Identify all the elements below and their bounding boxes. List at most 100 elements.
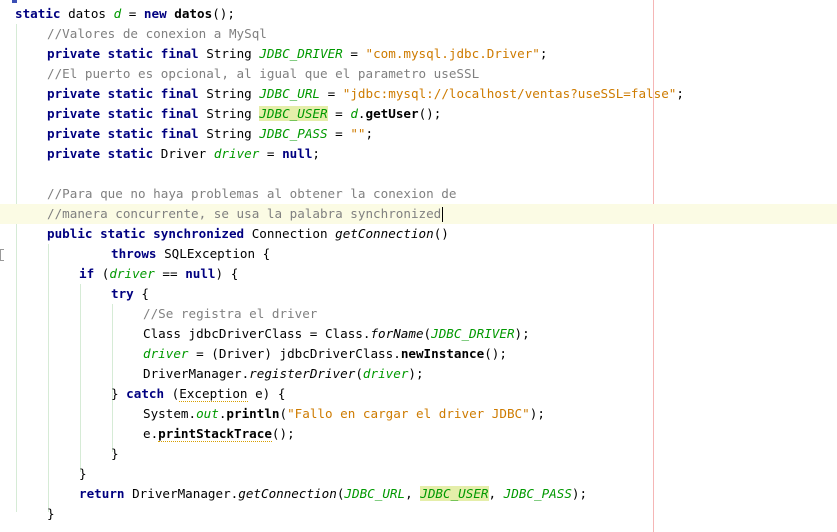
code-token: );	[571, 486, 588, 501]
code-token: (	[279, 406, 288, 421]
code-token: {	[133, 286, 149, 301]
code-token: driver	[213, 146, 260, 161]
code-token: "jdbc:mysql://localhost/ventas?useSSL=fa…	[342, 86, 677, 101]
code-line[interactable]: throws SQLException {	[0, 244, 837, 264]
code-token: =	[320, 86, 343, 101]
code-line[interactable]	[0, 164, 837, 184]
code-token: JDBC_PASS	[503, 486, 572, 501]
code-line[interactable]: //Valores de conexion a MySql	[0, 24, 837, 44]
code-token: ;	[365, 126, 374, 141]
code-line-text: DriverManager.registerDriver(driver);	[143, 364, 424, 384]
code-token: }	[111, 446, 119, 461]
code-token: private static	[47, 146, 154, 161]
code-line[interactable]: System.out.println("Fallo en cargar el d…	[0, 404, 837, 424]
code-token: JDBC_DRIVER	[259, 46, 343, 61]
fold-marker[interactable]	[0, 249, 4, 261]
code-token: private static final	[47, 86, 199, 101]
code-line[interactable]: }	[0, 444, 837, 464]
code-token: JDBC_PASS	[259, 126, 328, 141]
bookmark-marker	[12, 0, 17, 3]
code-line[interactable]: }	[0, 504, 837, 524]
code-token: public static synchronized	[47, 226, 245, 241]
code-token: ==	[154, 266, 186, 281]
code-token: Connection	[244, 226, 336, 241]
code-token: "Fallo en cargar el driver JDBC"	[287, 406, 530, 421]
code-line[interactable]: if (driver == null) {	[0, 264, 837, 284]
code-token: println	[226, 406, 280, 421]
code-line-text: static datos d = new datos();	[15, 4, 235, 24]
code-editor[interactable]: static datos d = new datos(); //Valores d…	[0, 0, 837, 532]
code-token: );	[408, 366, 424, 381]
code-token: ();	[271, 426, 295, 441]
code-line[interactable]: //El puerto es opcional, al igual que el…	[0, 64, 837, 84]
code-token: );	[529, 406, 545, 421]
code-token: new	[143, 6, 167, 21]
code-token: driver	[143, 346, 189, 361]
code-line[interactable]: static datos d = new datos();	[0, 4, 837, 24]
code-token: =	[342, 46, 366, 61]
code-token: private static final	[47, 46, 199, 61]
code-line-text: private static Driver driver = null;	[47, 144, 320, 164]
code-token: try	[111, 286, 134, 301]
code-token: DriverManager.	[124, 486, 239, 501]
code-line[interactable]: public static synchronized Connection ge…	[0, 224, 837, 244]
code-token: registerDriver	[249, 366, 356, 381]
text-caret	[442, 207, 444, 222]
code-token: }	[79, 466, 87, 481]
code-token: JDBC_DRIVER	[431, 326, 515, 341]
code-token: static	[15, 6, 61, 21]
code-token: throws	[111, 246, 157, 261]
code-token: //manera concurrente, se usa la palabra …	[47, 206, 442, 221]
code-line[interactable]: //Se registra el driver	[0, 304, 837, 324]
code-line[interactable]: DriverManager.registerDriver(driver);	[0, 364, 837, 384]
code-line-text: //Para que no haya problemas al obtener …	[47, 184, 456, 204]
code-line-text: }	[79, 464, 87, 484]
code-token: //Para que no haya problemas al obtener …	[47, 186, 457, 201]
code-token: e.	[143, 426, 159, 441]
code-token: ()	[433, 226, 449, 241]
code-token: (	[355, 366, 363, 381]
code-token: datos	[174, 6, 213, 21]
code-line[interactable]: private static final String JDBC_USER = …	[0, 104, 837, 124]
code-token: DriverManager.	[143, 366, 250, 381]
code-token: ;	[312, 146, 321, 161]
code-line[interactable]: //Para que no haya problemas al obtener …	[0, 184, 837, 204]
code-token: JDBC_URL	[344, 486, 406, 501]
code-token: ();	[418, 106, 442, 121]
code-token: ();	[212, 6, 235, 21]
code-line-text: if (driver == null) {	[79, 264, 238, 284]
code-line-text: System.out.println("Fallo en cargar el d…	[143, 404, 545, 424]
code-token: Exception	[179, 386, 248, 402]
code-line[interactable]: private static final String JDBC_PASS = …	[0, 124, 837, 144]
code-line[interactable]: private static Driver driver = null;	[0, 144, 837, 164]
code-line[interactable]: try {	[0, 284, 837, 304]
code-token: private static final	[47, 126, 199, 141]
code-token: forName	[370, 326, 424, 341]
code-token: .	[357, 106, 366, 121]
code-token: //Se registra el driver	[143, 306, 318, 321]
code-token: String	[198, 106, 260, 121]
code-token: driver	[362, 366, 409, 381]
code-token: =	[327, 126, 351, 141]
code-line[interactable]: } catch (Exception e) {	[0, 384, 837, 404]
code-token: newInstance	[400, 346, 485, 361]
code-token: }	[47, 506, 55, 521]
code-line[interactable]: e.printStackTrace();	[0, 424, 837, 444]
code-line-text: private static final String JDBC_USER = …	[47, 104, 441, 124]
code-token: String	[198, 126, 260, 141]
code-line-text: }	[111, 444, 119, 464]
code-line-text: return DriverManager.getConnection(JDBC_…	[79, 484, 587, 504]
code-token: getConnection	[238, 486, 337, 501]
code-line[interactable]: Class jdbcDriverClass = Class.forName(JD…	[0, 324, 837, 344]
code-line-text: //Se registra el driver	[143, 304, 317, 324]
code-line[interactable]: private static final String JDBC_URL = "…	[0, 84, 837, 104]
code-line[interactable]: //manera concurrente, se usa la palabra …	[0, 204, 837, 224]
code-line-text: try {	[111, 284, 149, 304]
code-line[interactable]: driver = (Driver) jdbcDriverClass.newIns…	[0, 344, 837, 364]
code-line[interactable]: }	[0, 464, 837, 484]
code-line[interactable]: return DriverManager.getConnection(JDBC_…	[0, 484, 837, 504]
code-line[interactable]: private static final String JDBC_DRIVER …	[0, 44, 837, 64]
code-token: //Valores de conexion a MySql	[47, 26, 267, 41]
code-token: datos	[60, 6, 114, 21]
code-token: SQLException {	[156, 246, 271, 261]
